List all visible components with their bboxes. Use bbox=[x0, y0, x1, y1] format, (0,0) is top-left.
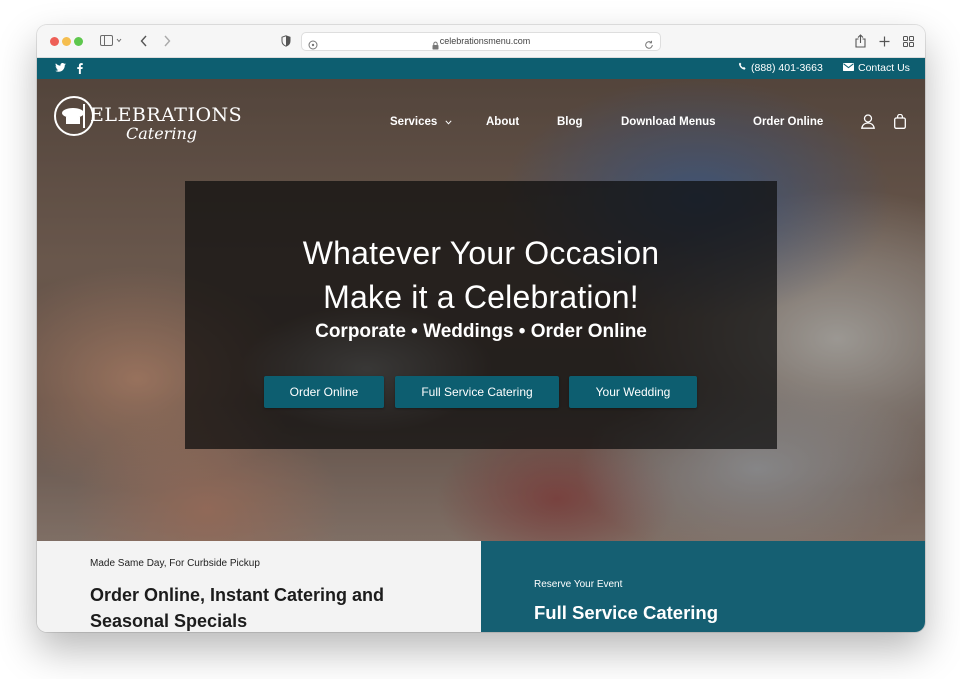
site-logo[interactable]: ELEBRATIONS Catering bbox=[54, 94, 242, 150]
hero-title-line-2: Make it a Celebration! bbox=[323, 279, 639, 315]
logo-subtitle: Catering bbox=[126, 124, 197, 143]
address-bar[interactable]: celebrationsmenu.com bbox=[301, 32, 661, 51]
nav-item-order-online[interactable]: Order Online bbox=[753, 116, 823, 128]
panel-eyebrow: Made Same Day, For Curbside Pickup bbox=[90, 558, 260, 569]
order-online-button[interactable]: Order Online bbox=[264, 376, 384, 408]
website: (888) 401-3663 Contact Us ELEBRATIONS Ca… bbox=[37, 58, 925, 632]
browser-toolbar: celebrationsmenu.com bbox=[37, 25, 925, 58]
shield-icon[interactable] bbox=[280, 33, 292, 49]
url-text: celebrationsmenu.com bbox=[439, 36, 531, 46]
tab-overview-icon[interactable] bbox=[901, 33, 915, 49]
contact-link[interactable]: Contact Us bbox=[843, 62, 910, 74]
panel-heading: Full Service Catering bbox=[534, 602, 719, 623]
back-icon[interactable] bbox=[138, 33, 150, 49]
nav-item-blog[interactable]: Blog bbox=[557, 116, 583, 128]
phone-link[interactable]: (888) 401-3663 bbox=[738, 62, 823, 74]
close-window-button[interactable] bbox=[50, 37, 59, 46]
account-icon[interactable] bbox=[861, 114, 875, 134]
nav-item-services[interactable]: Services bbox=[390, 116, 452, 128]
chevron-down-icon bbox=[444, 116, 452, 128]
twitter-icon[interactable] bbox=[55, 63, 66, 72]
full-service-catering-panel[interactable]: Reserve Your Event Full Service Catering bbox=[481, 541, 925, 632]
panel-eyebrow: Reserve Your Event bbox=[534, 579, 623, 590]
browser-window: celebrationsmenu.com (888) 401-3663 Cont… bbox=[37, 25, 925, 632]
hero-overlay-box: Whatever Your Occasion Make it a Celebra… bbox=[185, 181, 777, 449]
facebook-icon[interactable] bbox=[77, 63, 83, 74]
new-tab-icon[interactable] bbox=[877, 33, 891, 49]
nav-item-about[interactable]: About bbox=[486, 116, 519, 128]
share-icon[interactable] bbox=[853, 33, 867, 49]
forward-icon[interactable] bbox=[161, 33, 173, 49]
minimize-window-button[interactable] bbox=[62, 37, 71, 46]
nav-item-download-menus[interactable]: Download Menus bbox=[621, 116, 716, 128]
phone-icon bbox=[738, 62, 747, 74]
hero-section: ELEBRATIONS Catering Services About Blog… bbox=[37, 79, 925, 541]
order-online-panel[interactable]: Made Same Day, For Curbside Pickup Order… bbox=[37, 541, 481, 632]
mail-icon bbox=[843, 62, 854, 74]
full-service-catering-button[interactable]: Full Service Catering bbox=[395, 376, 559, 408]
hero-subtitle: Corporate • Weddings • Order Online bbox=[315, 321, 647, 342]
reload-icon[interactable] bbox=[644, 37, 654, 55]
logo-wordmark: ELEBRATIONS bbox=[90, 104, 243, 126]
nav-label: Services bbox=[390, 116, 438, 129]
hero-title-line-1: Whatever Your Occasion bbox=[302, 235, 660, 271]
your-wedding-button[interactable]: Your Wedding bbox=[569, 376, 697, 408]
logo-emblem bbox=[54, 96, 94, 136]
phone-number: (888) 401-3663 bbox=[751, 62, 823, 74]
sidebar-icon[interactable] bbox=[99, 33, 125, 49]
shopping-bag-icon[interactable] bbox=[894, 113, 906, 134]
utility-bar: (888) 401-3663 Contact Us bbox=[37, 58, 925, 79]
panel-heading: Order Online, Instant Catering and Seaso… bbox=[90, 585, 385, 631]
zoom-window-button[interactable] bbox=[74, 37, 83, 46]
contact-label: Contact Us bbox=[858, 62, 910, 74]
